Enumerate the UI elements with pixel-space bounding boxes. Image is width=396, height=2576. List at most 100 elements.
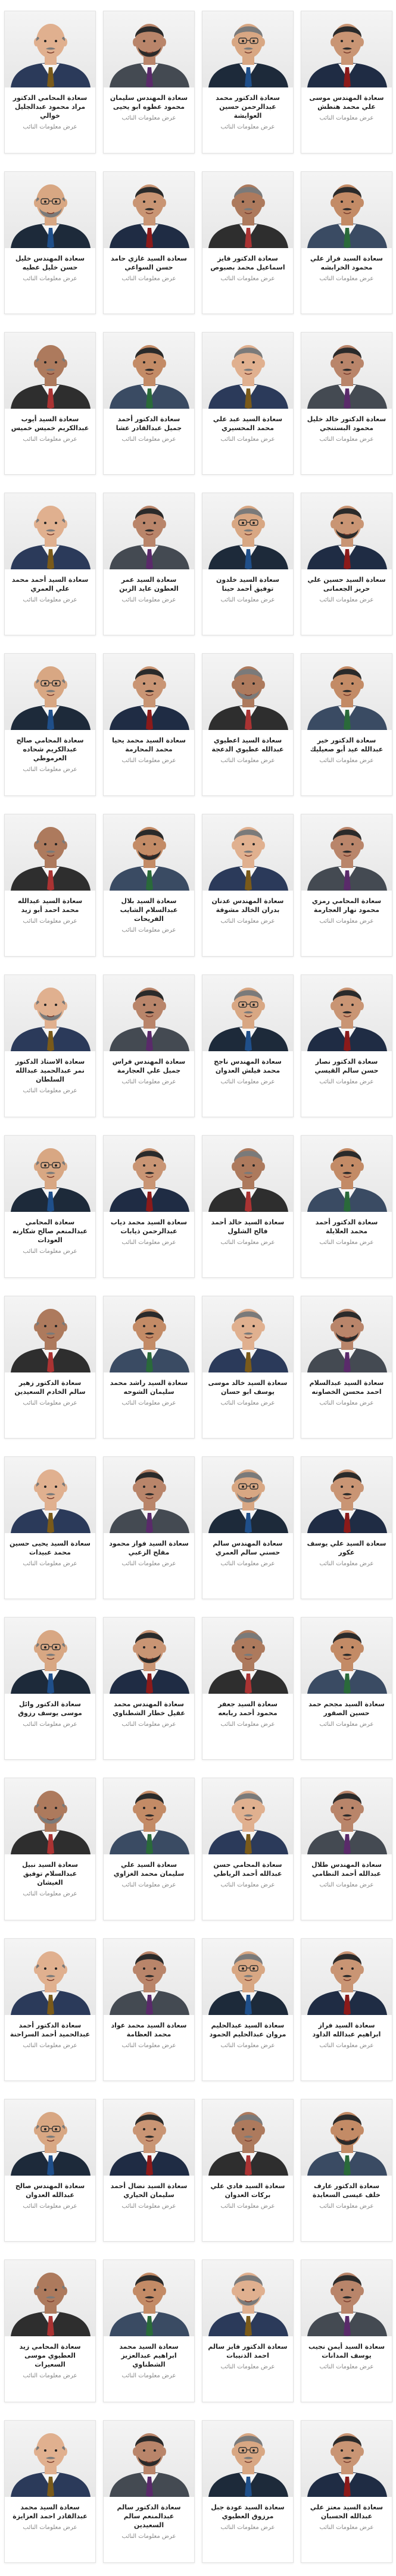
view-member-info-link[interactable]: عرض معلومات النائب (5, 1400, 95, 1406)
member-card[interactable]: سعادة السيد نبيل عبدالسلام توفيق الغيشان… (4, 1778, 96, 1920)
member-photo[interactable] (301, 172, 392, 248)
member-photo[interactable] (5, 814, 95, 891)
view-member-info-link[interactable]: عرض معلومات النائب (202, 1882, 293, 1888)
member-photo[interactable] (202, 333, 293, 409)
member-card[interactable]: سعادة المهندس سالم حسني سالم العمري عرض م… (202, 1456, 294, 1599)
member-card[interactable]: سعادة الدكتور فايز سالم احمد الذنيبات عرض… (202, 2260, 294, 2402)
view-member-info-link[interactable]: عرض معلومات النائب (202, 1400, 293, 1406)
view-member-info-link[interactable]: عرض معلومات النائب (104, 927, 194, 933)
member-card[interactable]: سعادة السيد عبدالحليم مروان عبدالحليم ال… (202, 1938, 294, 2081)
view-member-info-link[interactable]: عرض معلومات النائب (104, 1882, 194, 1888)
view-member-info-link[interactable]: عرض معلومات النائب (5, 2524, 95, 2531)
member-card[interactable]: سعادة السيد محمد دياب عبدالرحمن ذيابات عر… (103, 1135, 195, 1278)
member-photo[interactable] (5, 2421, 95, 2497)
member-photo[interactable] (5, 1778, 95, 1854)
view-member-info-link[interactable]: عرض معلومات النائب (301, 2524, 392, 2531)
member-photo[interactable] (301, 1778, 392, 1854)
view-member-info-link[interactable]: عرض معلومات النائب (202, 2203, 293, 2210)
member-card[interactable]: سعادة السيد فادي علي بركات العدوان عرض مع… (202, 2099, 294, 2242)
member-card[interactable]: سعادة السيد محمد عبدالقادر احمد العزايزة… (4, 2420, 96, 2563)
member-card[interactable]: سعادة السيد عبد علي محمد المحسيري عرض معل… (202, 332, 294, 475)
member-photo[interactable] (202, 1618, 293, 1694)
view-member-info-link[interactable]: عرض معلومات النائب (5, 918, 95, 925)
member-card[interactable]: سعادة المحامي رمزي محمود نهار العجارمة عر… (301, 814, 392, 957)
view-member-info-link[interactable]: عرض معلومات النائب (301, 2042, 392, 2049)
member-photo[interactable] (5, 2099, 95, 2176)
member-photo[interactable] (301, 814, 392, 891)
member-card[interactable]: سعادة السيد علي سليمان محمد الغزاوي عرض م… (103, 1778, 195, 1920)
view-member-info-link[interactable]: عرض معلومات النائب (104, 2203, 194, 2210)
member-photo[interactable] (5, 333, 95, 409)
member-card[interactable]: سعادة السيد فراز علي محمود الخرابشه عرض م… (301, 171, 392, 314)
member-photo[interactable] (5, 493, 95, 569)
member-card[interactable]: سعادة السيد أحمد محمد علي العمري عرض معلو… (4, 493, 96, 635)
member-photo[interactable] (104, 654, 194, 730)
member-photo[interactable] (104, 493, 194, 569)
view-member-info-link[interactable]: عرض معلومات النائب (5, 2203, 95, 2210)
view-member-info-link[interactable]: عرض معلومات النائب (104, 2373, 194, 2379)
member-photo[interactable] (301, 2421, 392, 2497)
member-photo[interactable] (104, 1136, 194, 1212)
member-photo[interactable] (202, 2421, 293, 2497)
member-card[interactable]: سعادة السيد نضال أحمد سليمان الحياري عرض … (103, 2099, 195, 2242)
member-card[interactable]: سعادة الدكتور خالد خليل محمود البستنجي عر… (301, 332, 392, 475)
view-member-info-link[interactable]: عرض معلومات النائب (202, 757, 293, 764)
member-card[interactable]: سعادة السيد مجحم حمد حسين الصقور عرض معلو… (301, 1617, 392, 1760)
member-card[interactable]: سعادة المهندس محمد عقيل خطار الشطناوي عرض… (103, 1617, 195, 1760)
member-card[interactable]: سعادة السيد غازي حامد حسن السواعي عرض معل… (103, 171, 195, 314)
member-card[interactable]: سعادة السيد محمد ابراهيم عبدالعزيز الشطن… (103, 2260, 195, 2402)
member-photo[interactable] (5, 11, 95, 87)
member-photo[interactable] (104, 333, 194, 409)
member-photo[interactable] (104, 814, 194, 891)
member-card[interactable]: سعادة السيد خالد موسى يوسف ابو حسان عرض م… (202, 1296, 294, 1439)
member-photo[interactable] (104, 1296, 194, 1372)
member-card[interactable]: سعادة المهندس ناجح محمد فيلش العدوان عرض … (202, 974, 294, 1117)
view-member-info-link[interactable]: عرض معلومات النائب (202, 1560, 293, 1567)
member-card[interactable]: سعادة الدكتور فايز اسماعيل محمد بصبوص عرض… (202, 171, 294, 314)
member-photo[interactable] (301, 1618, 392, 1694)
view-member-info-link[interactable]: عرض معلومات النائب (104, 1560, 194, 1567)
member-card[interactable]: سعادة السيد علي يوسف عكور عرض معلومات الن… (301, 1456, 392, 1599)
member-photo[interactable] (301, 975, 392, 1051)
view-member-info-link[interactable]: عرض معلومات النائب (202, 1079, 293, 1085)
member-photo[interactable] (301, 333, 392, 409)
view-member-info-link[interactable]: عرض معلومات النائب (202, 275, 293, 282)
member-photo[interactable] (301, 654, 392, 730)
view-member-info-link[interactable]: عرض معلومات النائب (104, 1400, 194, 1406)
member-photo[interactable] (104, 975, 194, 1051)
member-photo[interactable] (202, 1136, 293, 1212)
member-card[interactable]: سعادة الدكتور خير عبدالله عيد أبو صعيليك… (301, 653, 392, 796)
view-member-info-link[interactable]: عرض معلومات النائب (5, 1891, 95, 1897)
member-card[interactable]: سعادة السيد بلال عبدالسلام الشايب الفريح… (103, 814, 195, 957)
view-member-info-link[interactable]: عرض معلومات النائب (104, 2533, 194, 2540)
member-photo[interactable] (301, 2099, 392, 2176)
view-member-info-link[interactable]: عرض معلومات النائب (301, 1079, 392, 1085)
member-card[interactable]: سعادة المهندس صالح عبدالله العدوان عرض مع… (4, 2099, 96, 2242)
view-member-info-link[interactable]: عرض معلومات النائب (301, 2364, 392, 2370)
member-card[interactable]: سعادة المحامي عبدالمنعم صالح شكارنه العو… (4, 1135, 96, 1278)
member-photo[interactable] (301, 1939, 392, 2015)
member-photo[interactable] (301, 1296, 392, 1372)
member-card[interactable]: سعادة الدكتور عارف خلف عيسى السعايدة عرض … (301, 2099, 392, 2242)
view-member-info-link[interactable]: عرض معلومات النائب (5, 2373, 95, 2379)
view-member-info-link[interactable]: عرض معلومات النائب (202, 2364, 293, 2370)
member-card[interactable]: سعادة السيد اعطيوي عبدالله عطيوي الدعجة ع… (202, 653, 294, 796)
member-photo[interactable] (5, 1457, 95, 1533)
member-photo[interactable] (5, 1618, 95, 1694)
member-photo[interactable] (104, 2260, 194, 2336)
member-card[interactable]: سعادة السيد خلدون توفيق أحمد حينا عرض معل… (202, 493, 294, 635)
member-card[interactable]: سعادة السيد جعفر محمود أحمد ربابعه عرض مع… (202, 1617, 294, 1760)
member-card[interactable]: سعادة السيد عمر العطون عايد الزبن عرض معل… (103, 493, 195, 635)
view-member-info-link[interactable]: عرض معلومات النائب (104, 597, 194, 603)
member-card[interactable]: سعادة المهندس فراس جميل علي العجارمة عرض … (103, 974, 195, 1117)
view-member-info-link[interactable]: عرض معلومات النائب (5, 597, 95, 603)
member-photo[interactable] (104, 1457, 194, 1533)
member-photo[interactable] (202, 975, 293, 1051)
view-member-info-link[interactable]: عرض معلومات النائب (5, 1721, 95, 1728)
view-member-info-link[interactable]: عرض معلومات النائب (301, 757, 392, 764)
view-member-info-link[interactable]: عرض معلومات النائب (104, 115, 194, 121)
view-member-info-link[interactable]: عرض معلومات النائب (301, 918, 392, 925)
member-card[interactable]: سعادة السيد أيمن نجيب يوسف المدانات عرض م… (301, 2260, 392, 2402)
view-member-info-link[interactable]: عرض معلومات النائب (301, 1400, 392, 1406)
member-card[interactable]: سعادة الدكتور نصار حسن سالم القيسي عرض مع… (301, 974, 392, 1117)
